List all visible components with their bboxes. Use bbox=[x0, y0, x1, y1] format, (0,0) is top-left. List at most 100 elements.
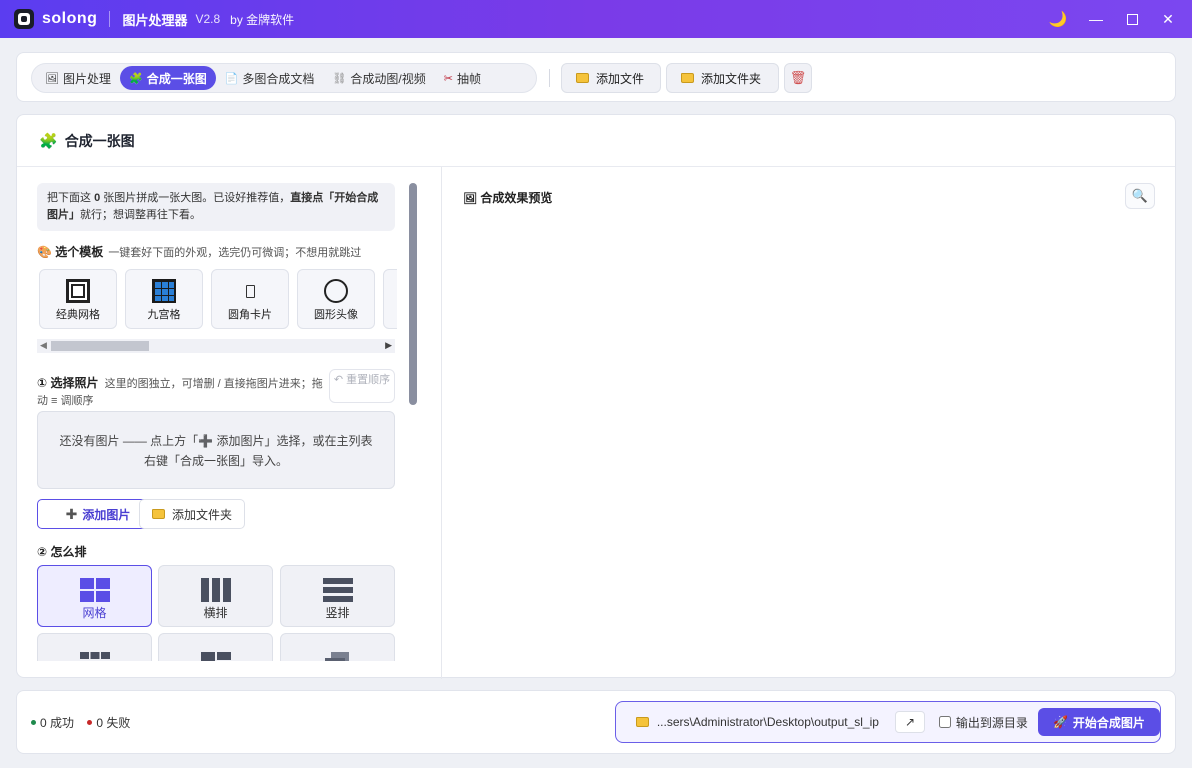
tab-animation-video[interactable]: ⛓ 合成动图/视频 bbox=[323, 66, 434, 90]
layout-label: 网格 bbox=[82, 606, 107, 620]
top-toolbar: 🖼 图片处理 🧩 合成一张图 📄 多图合成文档 ⛓ 合成动图/视频 ✂ 抽帧 添加文件 添… bbox=[16, 52, 1176, 102]
folder-icon bbox=[151, 509, 165, 519]
template-label: 九宫格 bbox=[147, 309, 181, 321]
tab-image-process[interactable]: 🖼 图片处理 bbox=[36, 66, 120, 90]
preview-zoom-button[interactable]: 🔍 bbox=[1125, 183, 1155, 209]
puzzle-icon: 🧩 bbox=[39, 132, 58, 150]
main-panel: 🧩 合成一张图 把下面这 0 张图片拼成一张大图。已设好推荐值，直接点「开始合成… bbox=[16, 114, 1176, 679]
template-circle-avatar[interactable]: 圆形头像 bbox=[297, 269, 375, 329]
add-folder-label: 添加文件夹 bbox=[171, 507, 232, 522]
palette-icon: 🎨 bbox=[37, 245, 52, 259]
template-nine-grid[interactable]: 九宫格 bbox=[125, 269, 203, 329]
template-classic-grid[interactable]: 经典网格 bbox=[39, 269, 117, 329]
add-folder-button[interactable]: 添加文件夹 bbox=[666, 63, 779, 93]
add-file-button[interactable]: 添加文件 bbox=[561, 63, 661, 93]
template-title: 选个模板 bbox=[55, 245, 104, 259]
template-partial[interactable] bbox=[383, 269, 397, 329]
theme-toggle-moon-icon[interactable]: 🌙 bbox=[1038, 0, 1078, 38]
image-icon: 🖼 bbox=[45, 72, 59, 85]
template-horizontal-scrollbar[interactable]: ◀ ▶ bbox=[37, 339, 395, 353]
tab-label: 多图合成文档 bbox=[242, 71, 315, 86]
hint-text: 就行；想调整再往下看。 bbox=[80, 209, 201, 221]
empty-image-list[interactable]: 还没有图片 —— 点上方「➕ 添加图片」选择，或在主列表右键「合成一张图」导入。 bbox=[37, 411, 395, 489]
template-subtitle: 一键套好下面的外观，选完仍可微调；不想用就跳过 bbox=[108, 247, 362, 259]
minimize-icon: — bbox=[1089, 11, 1103, 27]
scissors-icon: ✂ bbox=[443, 72, 453, 85]
tab-merge-one-image[interactable]: 🧩 合成一张图 bbox=[119, 66, 216, 90]
app-vendor: by 金牌软件 bbox=[230, 12, 295, 27]
start-merge-button[interactable]: 🚀 开始合成图片 bbox=[1037, 708, 1160, 736]
layout-grid[interactable]: 网格 bbox=[37, 565, 152, 627]
preview-header: 🖼 合成效果预览 bbox=[463, 189, 552, 206]
brand-name: solong bbox=[42, 10, 98, 27]
result-stats: 0 成功 0 失败 bbox=[31, 714, 130, 731]
add-file-label: 添加文件 bbox=[596, 71, 645, 86]
reset-order-button[interactable]: ↶ 重置顺序 bbox=[329, 369, 395, 403]
hint-box: 把下面这 0 张图片拼成一张大图。已设好推荐值，直接点「开始合成图片」就行；想调… bbox=[37, 183, 395, 231]
start-label: 开始合成图片 bbox=[1072, 715, 1145, 730]
clear-button[interactable]: 🗑 bbox=[784, 63, 812, 93]
add-image-label: 添加图片 bbox=[82, 507, 131, 522]
layout-option-6[interactable] bbox=[280, 633, 395, 661]
output-path[interactable]: ...sers\Administrator\Desktop\output_sl_… bbox=[657, 715, 887, 729]
step1-title: ① 选择照片 bbox=[37, 376, 99, 390]
open-output-button[interactable]: ↗ bbox=[895, 711, 925, 733]
template-section-header: 🎨 选个模板 一键套好下面的外观，选完仍可微调；不想用就跳过 bbox=[37, 243, 361, 260]
settings-column[interactable]: 把下面这 0 张图片拼成一张大图。已设好推荐值，直接点「开始合成图片」就行；想调… bbox=[37, 181, 397, 661]
success-dot-icon bbox=[31, 720, 36, 725]
output-bar: ...sers\Administrator\Desktop\output_sl_… bbox=[615, 701, 1161, 743]
arrow-up-right-icon: ↗ bbox=[905, 715, 916, 729]
template-label: 经典网格 bbox=[56, 309, 100, 321]
scroll-right-icon[interactable]: ▶ bbox=[385, 340, 392, 351]
add-folder-label: 添加文件夹 bbox=[701, 71, 762, 86]
square-frame-icon bbox=[66, 279, 90, 303]
tab-label: 合成动图/视频 bbox=[350, 71, 426, 86]
layout-horizontal[interactable]: 横排 bbox=[158, 565, 273, 627]
scroll-thumb[interactable] bbox=[51, 341, 149, 351]
link-icon: ⛓ bbox=[332, 72, 347, 85]
footer-bar: 0 成功 0 失败 ...sers\Administrator\Desktop\… bbox=[16, 690, 1176, 754]
plus-icon: ✚ bbox=[65, 505, 78, 522]
tab-multi-image-document[interactable]: 📄 多图合成文档 bbox=[216, 66, 324, 90]
output-to-source-input[interactable] bbox=[938, 716, 951, 728]
image-icon: 🖼 bbox=[463, 193, 477, 205]
fail-count: 0 失败 bbox=[96, 716, 131, 730]
layout-option-4[interactable] bbox=[37, 633, 152, 661]
rows-layout-icon bbox=[322, 578, 353, 602]
toolbar-separator bbox=[549, 69, 550, 87]
title-separator bbox=[109, 11, 111, 27]
scroll-left-icon[interactable]: ◀ bbox=[40, 340, 47, 351]
tab-label: 图片处理 bbox=[62, 71, 111, 86]
mode-tabs: 🖼 图片处理 🧩 合成一张图 📄 多图合成文档 ⛓ 合成动图/视频 ✂ 抽帧 bbox=[31, 63, 537, 93]
step1-header: ① 选择照片 这里的图独立，可增删 / 直接拖图片进来；拖动 ≡ 调顺序 bbox=[37, 375, 327, 410]
output-to-source-checkbox[interactable]: 输出到源目录 bbox=[938, 714, 1028, 731]
layout-label: 横排 bbox=[203, 606, 228, 620]
puzzle-icon: 🧩 bbox=[128, 72, 143, 85]
tab-label: 合成一张图 bbox=[146, 71, 207, 86]
app-title: 图片处理器 bbox=[122, 12, 188, 28]
magnifier-icon: 🔍 bbox=[1131, 188, 1149, 203]
mosaic-layout-icon bbox=[79, 652, 110, 659]
close-button[interactable]: ✕ bbox=[1150, 0, 1186, 38]
checkbox-label: 输出到源目录 bbox=[955, 715, 1028, 730]
minimize-button[interactable]: — bbox=[1078, 0, 1114, 38]
tab-extract-frames[interactable]: ✂ 抽帧 bbox=[435, 66, 490, 90]
folder-icon bbox=[681, 73, 694, 83]
settings-vertical-scrollbar[interactable] bbox=[409, 183, 417, 405]
layout-vertical[interactable]: 竖排 bbox=[280, 565, 395, 627]
document-icon: 📄 bbox=[224, 72, 239, 85]
layout-option-5[interactable] bbox=[158, 633, 273, 661]
hint-text: 张图片拼成一张大图。已设好推荐值， bbox=[100, 192, 291, 204]
template-rounded-card[interactable]: 圆角卡片 bbox=[211, 269, 289, 329]
stack-layout-icon bbox=[324, 652, 349, 661]
rounded-card-icon bbox=[245, 284, 255, 298]
folder-icon bbox=[576, 73, 589, 83]
close-icon: ✕ bbox=[1162, 10, 1174, 27]
panel-header: 🧩 合成一张图 bbox=[17, 115, 1175, 167]
maximize-button[interactable] bbox=[1114, 0, 1150, 38]
folder-icon bbox=[636, 717, 649, 727]
circle-icon bbox=[324, 279, 348, 303]
panel-title: 合成一张图 bbox=[64, 132, 135, 149]
add-folder-button-left[interactable]: 添加文件夹 bbox=[139, 499, 245, 529]
template-label: 圆角卡片 bbox=[228, 309, 272, 321]
